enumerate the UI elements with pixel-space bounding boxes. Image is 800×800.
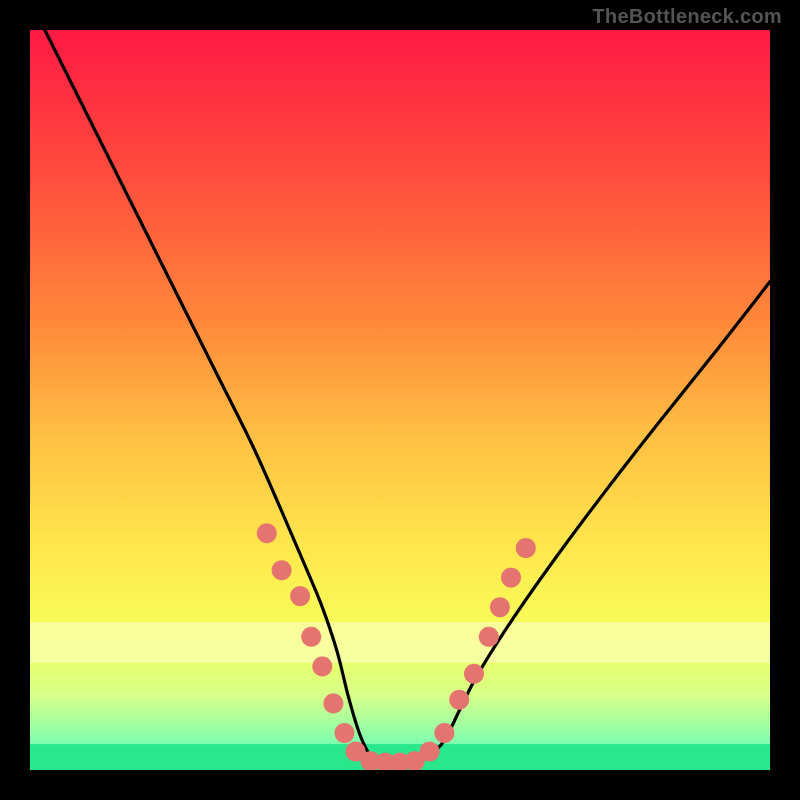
- curve-marker: [335, 723, 355, 743]
- curve-marker: [420, 742, 440, 762]
- curve-marker: [323, 693, 343, 713]
- curve-marker: [479, 627, 499, 647]
- curve-marker: [272, 560, 292, 580]
- curve-marker: [290, 586, 310, 606]
- chart-frame: TheBottleneck.com: [0, 0, 800, 800]
- curve-marker: [516, 538, 536, 558]
- curve-marker: [312, 656, 332, 676]
- curve-marker: [464, 664, 484, 684]
- curve-marker: [501, 568, 521, 588]
- curve-marker: [449, 690, 469, 710]
- watermark-text: TheBottleneck.com: [592, 6, 782, 29]
- curve-marker: [490, 597, 510, 617]
- curve-marker: [301, 627, 321, 647]
- curve-marker: [257, 523, 277, 543]
- curve-marker: [434, 723, 454, 743]
- bottleneck-chart: [0, 0, 800, 800]
